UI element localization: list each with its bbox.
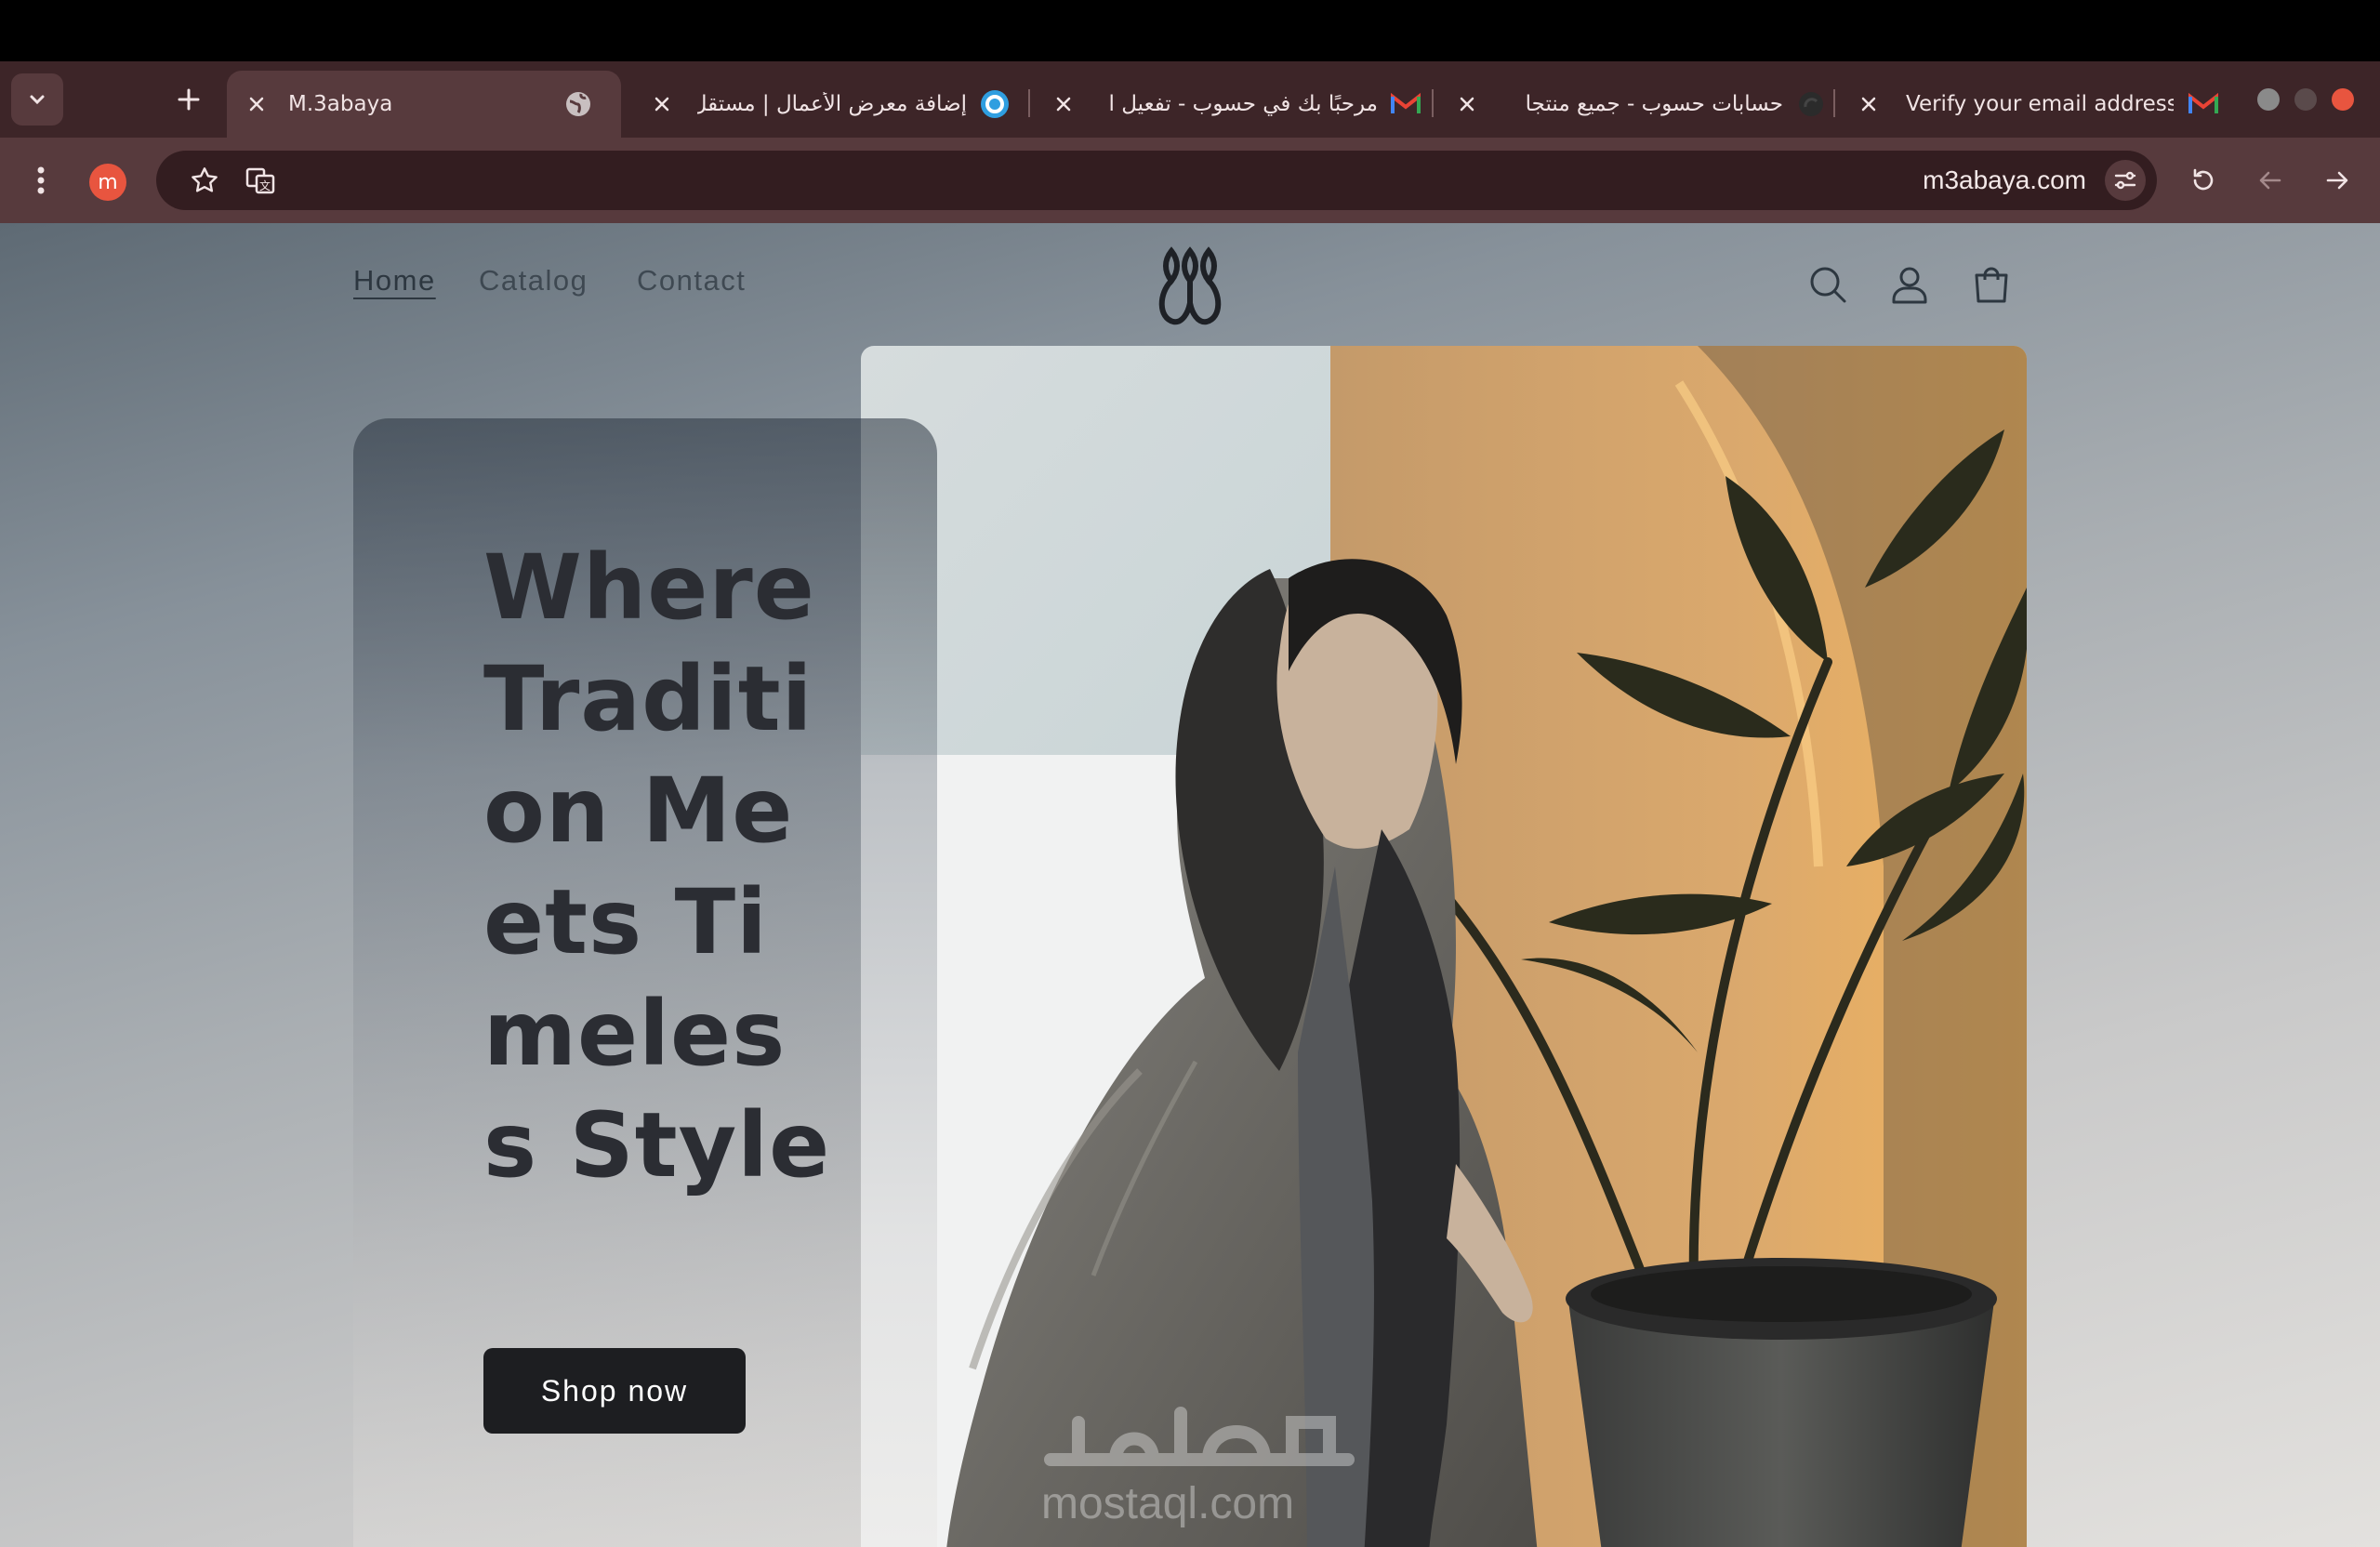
mostaql-watermark: mostaql.com xyxy=(1041,1395,1357,1528)
close-icon[interactable] xyxy=(240,87,273,121)
screen-top-bar xyxy=(0,0,2380,61)
profile-avatar[interactable]: m xyxy=(89,164,126,201)
hero-image xyxy=(861,346,2027,1547)
brand-logo[interactable] xyxy=(1144,240,1236,333)
window-fullscreen-button[interactable] xyxy=(2257,88,2280,111)
hsoub-icon xyxy=(1796,89,1826,119)
back-arrow-icon[interactable] xyxy=(2250,160,2291,201)
window-minimize-button[interactable] xyxy=(2294,88,2317,111)
tab-title: Verify your email address xyxy=(1906,92,2174,116)
svg-text:文: 文 xyxy=(259,178,271,192)
close-icon[interactable] xyxy=(645,87,679,121)
browser-toolbar: m 文 m3abaya.com xyxy=(0,138,2380,223)
tab-mostaql[interactable]: إضافة معرض الأعمال | مستقل xyxy=(641,71,1023,138)
chevron-down-icon xyxy=(30,95,45,105)
plus-icon xyxy=(178,88,200,111)
tab-separator xyxy=(1432,89,1434,117)
address-bar[interactable]: 文 m3abaya.com xyxy=(156,151,2157,210)
tab-strip: M.3abaya إضافة معرض الأعمال | مستقل مرحب… xyxy=(0,61,2380,138)
tab-hsoub-welcome[interactable]: مرحبًا بك في حسوب - تفعيل ال xyxy=(1045,71,1435,138)
nav-catalog-link[interactable]: Catalog xyxy=(479,264,588,298)
window-close-button[interactable] xyxy=(2332,88,2354,111)
nav-home-link[interactable]: Home xyxy=(353,264,436,298)
gmail-icon xyxy=(1391,89,1421,119)
watermark-text: mostaql.com xyxy=(1041,1479,1295,1528)
shop-now-button[interactable]: Shop now xyxy=(483,1348,746,1434)
tab-separator xyxy=(1028,89,1030,117)
nav-contact-link[interactable]: Contact xyxy=(637,264,746,298)
close-icon[interactable] xyxy=(1852,87,1885,121)
hero-title: Where Tradition Meets Timeless Style xyxy=(483,536,831,1197)
bookmark-star-icon[interactable] xyxy=(186,162,223,199)
tab-title: حسابات حسوب - جميع منتجا xyxy=(1525,92,1783,116)
forward-arrow-icon[interactable] xyxy=(2317,160,2358,201)
tab-separator xyxy=(1833,89,1835,117)
tab-title: مرحبًا بك في حسوب - تفعيل ال xyxy=(1108,92,1378,116)
tab-search-button[interactable] xyxy=(11,73,63,126)
web-page: Home Catalog Contact Where Tradition Mee… xyxy=(0,223,2380,1547)
close-icon[interactable] xyxy=(1450,87,1484,121)
site-header: Home Catalog Contact xyxy=(0,223,2380,344)
mostaql-icon xyxy=(980,89,1010,119)
search-icon[interactable] xyxy=(1805,262,1850,307)
translate-icon[interactable]: 文 xyxy=(242,162,279,199)
more-menu-icon[interactable] xyxy=(22,158,60,203)
tab-verify-email[interactable]: Verify your email address xyxy=(1850,71,2241,138)
close-icon[interactable] xyxy=(1047,87,1080,121)
tab-title: M.3abaya xyxy=(288,92,393,116)
site-settings-icon[interactable] xyxy=(2105,160,2146,201)
account-icon[interactable] xyxy=(1887,262,1932,307)
tab-m3abaya[interactable]: M.3abaya xyxy=(227,71,621,138)
cart-icon[interactable] xyxy=(1969,262,2014,307)
url-text: m3abaya.com xyxy=(1923,165,2086,194)
gmail-icon xyxy=(2188,89,2218,119)
tab-hsoub-accounts[interactable]: حسابات حسوب - جميع منتجا xyxy=(1448,71,1830,138)
globe-icon xyxy=(563,89,593,119)
reload-icon[interactable] xyxy=(2183,160,2224,201)
tab-title: إضافة معرض الأعمال | مستقل xyxy=(697,92,967,116)
new-tab-button[interactable] xyxy=(165,76,212,123)
